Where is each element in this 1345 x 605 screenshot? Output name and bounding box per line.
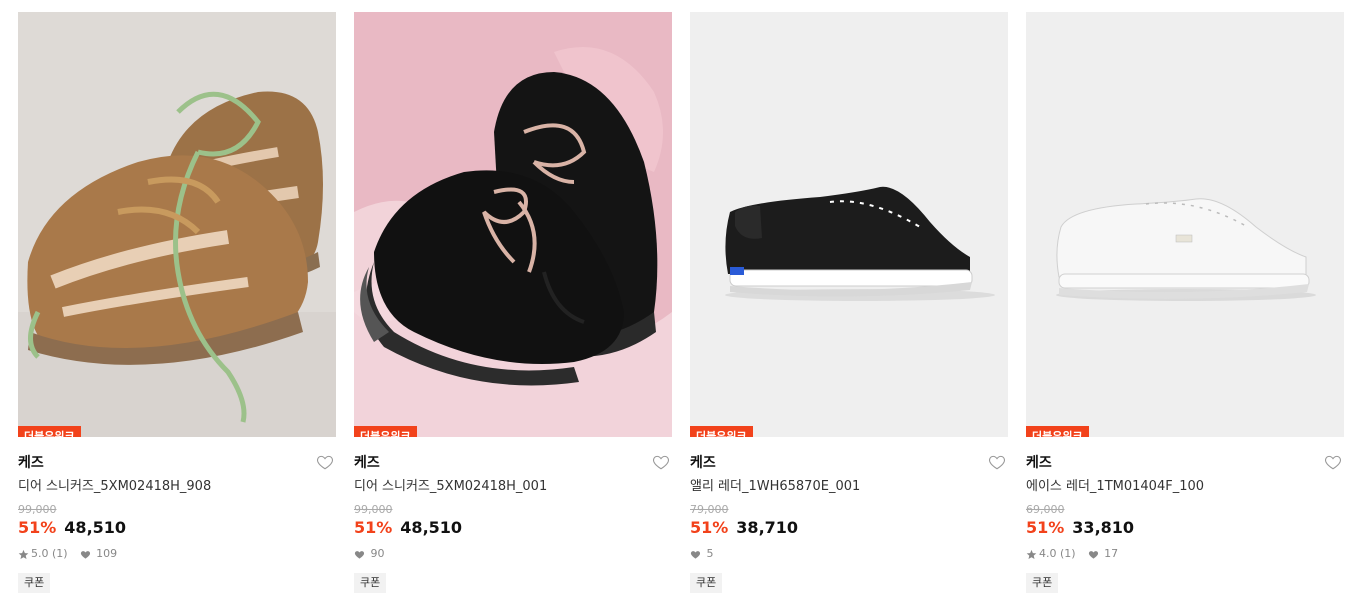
black-sneakers-image bbox=[354, 12, 672, 437]
brand-name[interactable]: 케즈 bbox=[18, 454, 336, 472]
price-row: 51% 48,510 bbox=[354, 518, 672, 538]
sale-price: 48,510 bbox=[400, 518, 463, 537]
wishlist-heart-icon[interactable] bbox=[988, 453, 1006, 471]
product-name[interactable]: 디어 스니커즈_5XM02418H_908 bbox=[18, 478, 336, 495]
original-price: 69,000 bbox=[1026, 503, 1065, 516]
sale-price: 33,810 bbox=[1072, 518, 1135, 537]
coupon-tag: 쿠폰 bbox=[18, 573, 51, 593]
product-card[interactable]: 더블유위크 케즈 디어 스니커즈_5XM02418H_908 99,000 51… bbox=[18, 12, 336, 593]
tan-sneakers-image bbox=[18, 12, 336, 437]
brand-name[interactable]: 케즈 bbox=[690, 454, 1008, 472]
wishlist-heart-icon[interactable] bbox=[1324, 453, 1342, 471]
promo-badge: 더블유위크 bbox=[690, 426, 753, 437]
discount-rate: 51% bbox=[354, 518, 393, 537]
product-meta: 5 bbox=[690, 547, 1008, 561]
like-heart-icon bbox=[80, 549, 91, 560]
product-image[interactable]: 더블유위크 bbox=[18, 12, 336, 437]
like-count: 17 bbox=[1104, 547, 1119, 560]
like-heart-icon bbox=[1088, 549, 1099, 560]
discount-rate: 51% bbox=[1026, 518, 1065, 537]
black-leather-sneaker-image bbox=[690, 12, 1008, 437]
like-heart-icon bbox=[690, 549, 701, 560]
sale-price: 48,510 bbox=[64, 518, 127, 537]
sale-price: 38,710 bbox=[736, 518, 799, 537]
like-count: 109 bbox=[96, 547, 118, 560]
promo-badge: 더블유위크 bbox=[354, 426, 417, 437]
product-image[interactable]: 더블유위크 bbox=[354, 12, 672, 437]
promo-badge: 더블유위크 bbox=[18, 426, 81, 437]
like-count: 90 bbox=[370, 547, 385, 560]
product-name[interactable]: 앨리 레더_1WH65870E_001 bbox=[690, 478, 1008, 495]
star-icon bbox=[18, 549, 29, 560]
product-meta: 90 bbox=[354, 547, 672, 561]
product-card[interactable]: 더블유위크 케즈 앨리 레더_1WH65870E_001 79,000 51% … bbox=[690, 12, 1008, 593]
product-card[interactable]: 더블유위크 케즈 에이스 레더_1TM01404F_100 69,000 51%… bbox=[1026, 12, 1344, 593]
coupon-tag: 쿠폰 bbox=[354, 573, 387, 593]
product-name[interactable]: 디어 스니커즈_5XM02418H_001 bbox=[354, 478, 672, 495]
like-count: 5 bbox=[706, 547, 714, 560]
product-meta: 4.0 (1) 17 bbox=[1026, 547, 1344, 561]
product-name[interactable]: 에이스 레더_1TM01404F_100 bbox=[1026, 478, 1344, 495]
coupon-tag: 쿠폰 bbox=[1026, 573, 1059, 593]
white-leather-sneaker-image bbox=[1026, 12, 1344, 437]
coupon-tag: 쿠폰 bbox=[690, 573, 723, 593]
discount-rate: 51% bbox=[690, 518, 729, 537]
product-image[interactable]: 더블유위크 bbox=[690, 12, 1008, 437]
brand-name[interactable]: 케즈 bbox=[354, 454, 672, 472]
wishlist-heart-icon[interactable] bbox=[316, 453, 334, 471]
price-row: 51% 33,810 bbox=[1026, 518, 1344, 538]
discount-rate: 51% bbox=[18, 518, 57, 537]
price-row: 51% 38,710 bbox=[690, 518, 1008, 538]
review-count: (1) bbox=[52, 547, 68, 560]
review-count: (1) bbox=[1060, 547, 1076, 560]
product-image[interactable]: 더블유위크 bbox=[1026, 12, 1344, 437]
promo-badge: 더블유위크 bbox=[1026, 426, 1089, 437]
rating-value: 4.0 bbox=[1039, 547, 1057, 560]
original-price: 99,000 bbox=[18, 503, 57, 516]
rating-value: 5.0 bbox=[31, 547, 49, 560]
star-icon bbox=[1026, 549, 1037, 560]
original-price: 79,000 bbox=[690, 503, 729, 516]
product-grid: 더블유위크 케즈 디어 스니커즈_5XM02418H_908 99,000 51… bbox=[18, 12, 1344, 593]
product-card[interactable]: 더블유위크 케즈 디어 스니커즈_5XM02418H_001 99,000 51… bbox=[354, 12, 672, 593]
price-row: 51% 48,510 bbox=[18, 518, 336, 538]
product-meta: 5.0 (1) 109 bbox=[18, 547, 336, 561]
brand-name[interactable]: 케즈 bbox=[1026, 454, 1344, 472]
original-price: 99,000 bbox=[354, 503, 393, 516]
like-heart-icon bbox=[354, 549, 365, 560]
wishlist-heart-icon[interactable] bbox=[652, 453, 670, 471]
